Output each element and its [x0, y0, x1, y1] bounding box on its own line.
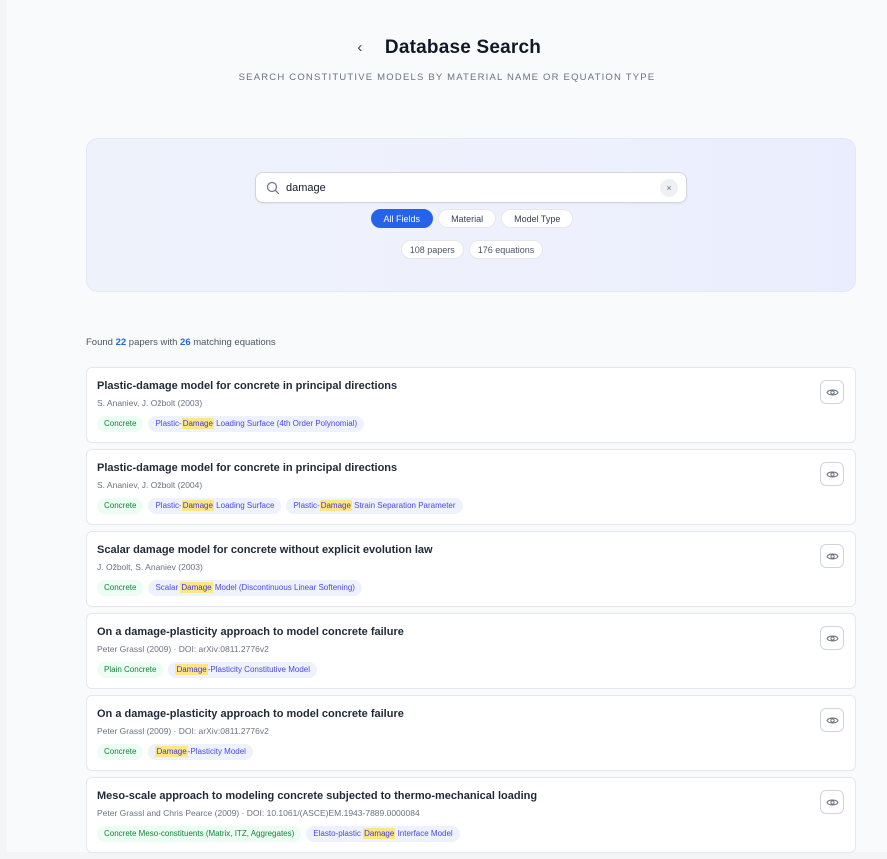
search-icon [266, 181, 280, 195]
search-highlight: Damage [175, 664, 208, 675]
model-type-tag: Elasto-plastic Damage Interface Model [306, 826, 460, 842]
result-meta: S. Ananiev, J. Ožbolt (2003) [97, 398, 203, 408]
summary-prefix: Found [86, 337, 116, 348]
result-meta: Peter Grassl and Chris Pearce (2009) · D… [97, 808, 420, 818]
result-title[interactable]: Scalar damage model for concrete without… [97, 544, 433, 556]
model-type-tag: Damage-Plasticity Constitutive Model [168, 662, 317, 678]
results-list: Plastic-damage model for concrete in pri… [86, 367, 856, 859]
result-title[interactable]: Meso-scale approach to modeling concrete… [97, 790, 537, 802]
search-highlight: Damage [181, 418, 214, 429]
filter-chip-material[interactable]: Material [438, 209, 497, 228]
back-button[interactable]: ‹ [353, 36, 367, 60]
database-stats: 108 papers 176 equations [87, 240, 857, 259]
model-type-tag: Damage-Plasticity Model [148, 744, 253, 760]
summary-suffix: matching equations [190, 337, 276, 348]
search-highlight: Damage [181, 500, 214, 511]
result-meta: Peter Grassl (2009) · DOI: arXiv:0811.27… [97, 644, 269, 654]
model-tag-text: -Plasticity Constitutive Model [207, 665, 310, 674]
material-tag: Concrete Meso-constituents (Matrix, ITZ,… [97, 826, 302, 842]
model-tag-text: Loading Surface [213, 501, 275, 510]
filter-chip-all-fields[interactable]: All Fields [370, 209, 434, 228]
model-tag-text: Strain Separation Parameter [351, 501, 456, 510]
eye-icon [825, 553, 839, 559]
eye-icon [825, 717, 839, 723]
search-highlight: Damage [319, 500, 352, 511]
search-highlight: Damage [155, 746, 188, 757]
result-tags: Concrete Damage-Plasticity Model [97, 744, 253, 760]
equations-stat: 176 equations [468, 240, 544, 259]
model-tag-text: Scalar [155, 583, 181, 592]
summary-middle: papers with [126, 337, 181, 348]
result-card[interactable]: Meso-scale approach to modeling concrete… [86, 777, 856, 853]
model-type-tag: Scalar Damage Model (Discontinuous Linea… [148, 580, 362, 596]
papers-stat: 108 papers [400, 240, 464, 259]
page-title: Database Search [384, 37, 542, 58]
page-subtitle: SEARCH CONSTITUTIVE MODELS BY MATERIAL N… [238, 72, 656, 83]
view-details-button[interactable] [820, 708, 844, 732]
model-tag-text: Model (Discontinuous Linear Softening) [212, 583, 355, 592]
view-details-button[interactable] [820, 462, 844, 486]
result-title[interactable]: On a damage-plasticity approach to model… [97, 708, 404, 720]
eye-icon [825, 635, 839, 641]
result-card[interactable]: Plastic-damage model for concrete in pri… [86, 367, 856, 443]
model-tag-text: -Plasticity Model [187, 747, 246, 756]
view-details-button[interactable] [820, 626, 844, 650]
eye-icon [825, 471, 839, 477]
search-box[interactable]: × [255, 172, 687, 203]
result-meta: S. Ananiev, J. Ožbolt (2004) [97, 480, 203, 490]
model-type-tag: Plastic-Damage Loading Surface (4th Orde… [148, 416, 365, 432]
clear-search-button[interactable]: × [660, 179, 678, 197]
search-highlight: Damage [363, 828, 396, 839]
result-card[interactable]: Scalar damage model for concrete without… [86, 531, 856, 607]
model-tag-text: Plastic- [293, 501, 320, 510]
view-details-button[interactable] [820, 790, 844, 814]
paper-count: 22 [115, 337, 127, 348]
material-tag: Concrete [97, 580, 144, 596]
search-input[interactable] [286, 178, 646, 198]
view-details-button[interactable] [820, 544, 844, 568]
result-meta: Peter Grassl (2009) · DOI: arXiv:0811.27… [97, 726, 269, 736]
result-tags: Concrete Meso-constituents (Matrix, ITZ,… [97, 826, 460, 842]
result-tags: Concrete Scalar Damage Model (Discontinuo… [97, 580, 362, 596]
title-row: ‹ Database Search [7, 36, 887, 60]
material-tag: Plain Concrete [97, 662, 164, 678]
result-card[interactable]: On a damage-plasticity approach to model… [86, 695, 856, 771]
model-tag-text: Interface Model [395, 829, 453, 838]
model-tag-text: Plastic- [155, 501, 182, 510]
results-summary: Found 22 papers with 26 matching equatio… [86, 337, 276, 348]
result-tags: Concrete Plastic-Damage Loading Surface (… [97, 416, 365, 432]
search-filter-group: All Fields Material Model Type [87, 209, 857, 228]
result-title[interactable]: On a damage-plasticity approach to model… [97, 626, 404, 638]
eye-icon [825, 799, 839, 805]
search-highlight: Damage [180, 582, 213, 593]
page: ‹ Database Search SEARCH CONSTITUTIVE MO… [7, 0, 887, 853]
result-meta: J. Ožbolt, S. Ananiev (2003) [97, 562, 203, 572]
result-card[interactable]: Plastic-damage model for concrete in pri… [86, 449, 856, 525]
view-details-button[interactable] [820, 380, 844, 404]
material-tag: Concrete [97, 498, 144, 514]
result-card[interactable]: On a damage-plasticity approach to model… [86, 613, 856, 689]
equation-count: 26 [180, 337, 191, 348]
model-tag-text: Loading Surface (4th Order Polynomial) [213, 419, 358, 428]
filter-chip-model-type[interactable]: Model Type [501, 209, 574, 228]
model-type-tag: Plastic-Damage Strain Separation Paramet… [286, 498, 463, 514]
result-tags: Concrete Plastic-Damage Loading Surface Pl… [97, 498, 463, 514]
eye-icon [825, 389, 839, 395]
material-tag: Concrete [97, 744, 144, 760]
model-tag-text: Plastic- [155, 419, 182, 428]
result-title[interactable]: Plastic-damage model for concrete in pri… [97, 462, 397, 474]
search-panel: × All FieldsMaterialModel Type 108 paper… [86, 138, 856, 292]
model-tag-text: Elasto-plastic [313, 829, 364, 838]
result-title[interactable]: Plastic-damage model for concrete in pri… [97, 380, 397, 392]
result-tags: Plain Concrete Damage-Plasticity Constitu… [97, 662, 317, 678]
material-tag: Concrete [97, 416, 144, 432]
model-type-tag: Plastic-Damage Loading Surface [148, 498, 282, 514]
